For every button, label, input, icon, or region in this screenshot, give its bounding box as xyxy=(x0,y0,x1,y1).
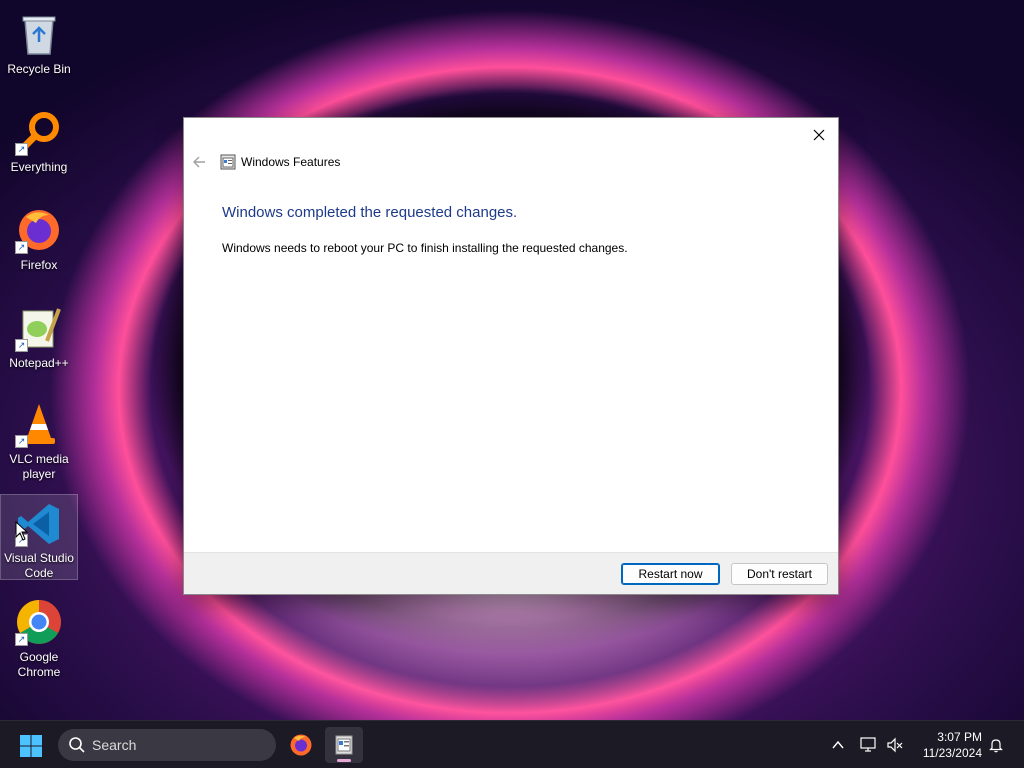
back-button[interactable] xyxy=(191,154,207,170)
search-placeholder: Search xyxy=(92,737,137,753)
shortcut-arrow-icon: ↗ xyxy=(15,241,28,254)
network-button[interactable] xyxy=(860,736,878,754)
chrome-icon: ↗ xyxy=(15,598,63,646)
taskbar-clock[interactable]: 3:07 PM 11/23/2024 xyxy=(923,729,982,761)
bell-icon xyxy=(989,739,1003,753)
dialog-footer: Restart now Don't restart xyxy=(184,552,838,594)
clock-time: 3:07 PM xyxy=(937,730,982,744)
desktop-icon-label: Everything xyxy=(10,160,68,174)
show-hidden-icons-button[interactable] xyxy=(829,736,847,754)
notifications-button[interactable] xyxy=(987,736,1005,754)
shortcut-arrow-icon: ↗ xyxy=(15,339,28,352)
taskbar-windows-features-button[interactable] xyxy=(325,727,363,763)
close-icon xyxy=(813,129,825,141)
desktop-icon-label: Firefox xyxy=(20,258,58,272)
desktop-icon-chrome[interactable]: ↗ Google Chrome xyxy=(0,592,78,679)
active-indicator xyxy=(337,759,351,762)
desktop-icon-firefox[interactable]: ↗ Firefox xyxy=(0,200,78,286)
shortcut-arrow-icon: ↗ xyxy=(15,435,28,448)
notepad-plus-plus-icon: ↗ xyxy=(15,304,63,352)
chevron-up-icon xyxy=(832,740,844,749)
search-icon xyxy=(69,737,85,753)
desktop-icon-recycle-bin[interactable]: Recycle Bin xyxy=(0,4,78,90)
desktop-icon-label: Google Chrome xyxy=(17,650,61,679)
dont-restart-button[interactable]: Don't restart xyxy=(731,563,828,585)
desktop-icon-label: Visual Studio Code xyxy=(4,551,74,580)
windows-logo-icon xyxy=(20,735,42,757)
clock-date: 11/23/2024 xyxy=(922,746,982,760)
desktop-icon-label: Recycle Bin xyxy=(7,62,71,76)
network-icon xyxy=(860,737,876,752)
taskbar: Search 3:07 PM 11/23/2024 xyxy=(0,720,1024,768)
volume-muted-icon xyxy=(887,737,903,753)
desktop-icon-notepad-plus-plus[interactable]: ↗ Notepad++ xyxy=(0,298,78,384)
desktop-icon-label: Notepad++ xyxy=(9,356,69,370)
close-button[interactable] xyxy=(806,122,832,148)
taskbar-firefox-button[interactable] xyxy=(282,727,320,763)
firefox-icon xyxy=(290,734,312,756)
desktop-icon-label: VLC media player xyxy=(9,452,69,481)
restart-now-button[interactable]: Restart now xyxy=(621,563,720,585)
desktop-icon-everything[interactable]: ↗ Everything xyxy=(0,102,78,188)
firefox-icon: ↗ xyxy=(15,206,63,254)
dialog-heading: Windows completed the requested changes. xyxy=(222,204,518,221)
vlc-icon: ↗ xyxy=(15,402,63,448)
windows-features-icon xyxy=(335,735,353,755)
recycle-bin-icon xyxy=(15,10,63,58)
windows-features-dialog: Windows Features Windows completed the r… xyxy=(183,117,839,595)
back-arrow-icon xyxy=(193,156,205,168)
mouse-cursor-icon xyxy=(15,521,29,541)
taskbar-search-box[interactable]: Search xyxy=(58,729,276,761)
desktop-icon-vlc[interactable]: ↗ VLC media player xyxy=(0,396,78,482)
desktop-icon-vscode[interactable]: ↗ Visual Studio Code xyxy=(0,494,78,580)
windows-features-icon xyxy=(220,154,236,170)
start-button[interactable] xyxy=(19,734,43,758)
shortcut-arrow-icon: ↗ xyxy=(15,633,28,646)
shortcut-arrow-icon: ↗ xyxy=(15,143,28,156)
dialog-message: Windows needs to reboot your PC to finis… xyxy=(222,241,628,255)
dialog-title: Windows Features xyxy=(241,155,341,169)
everything-search-icon: ↗ xyxy=(15,108,63,156)
volume-button[interactable] xyxy=(886,736,904,754)
